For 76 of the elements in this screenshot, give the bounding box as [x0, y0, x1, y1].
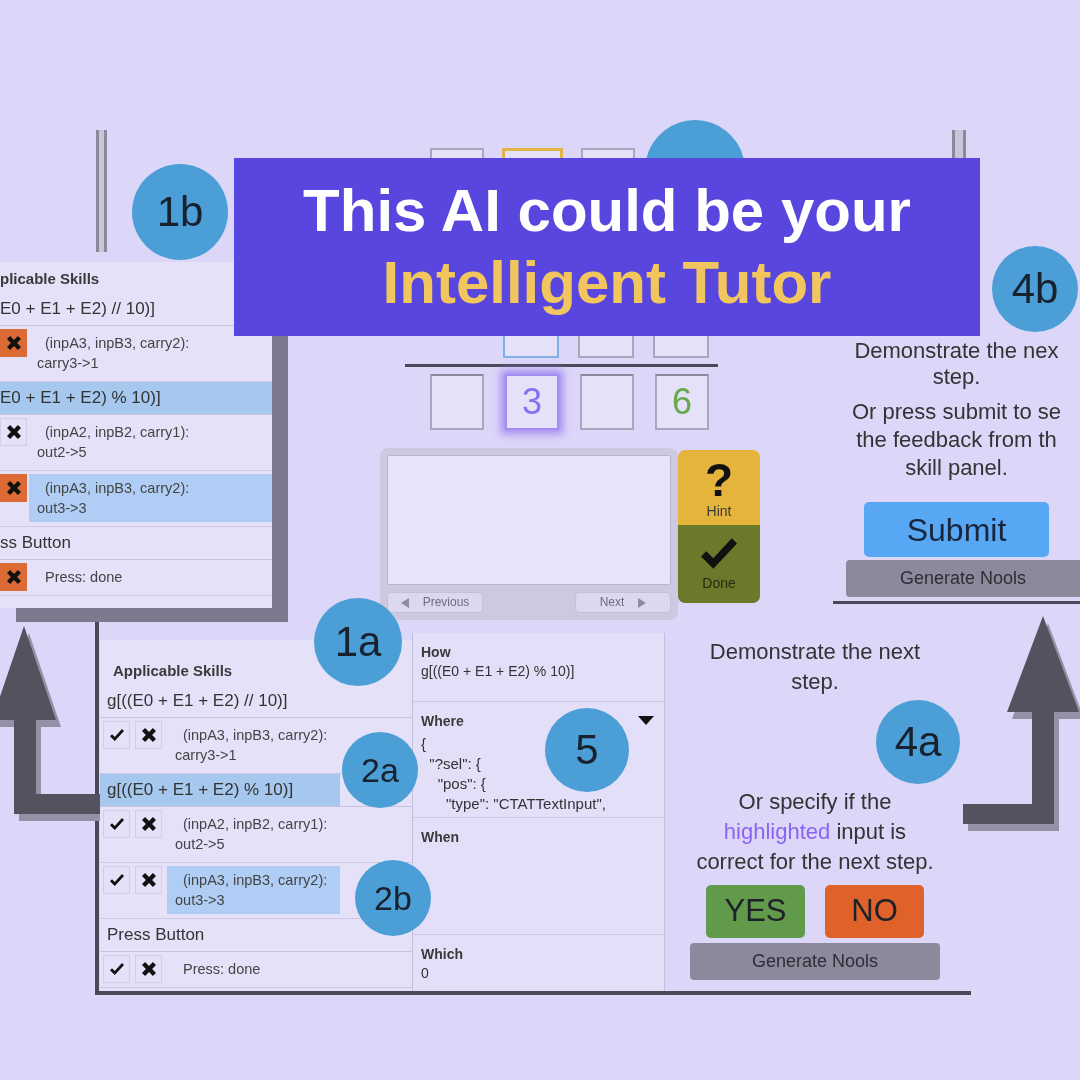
skill-text[interactable]: (inpA3, inpB3, carry2): out3->3	[167, 866, 340, 914]
skill-group-header[interactable]: E0 + E1 + E2) // 10)]	[0, 293, 234, 325]
generate-nools-button[interactable]: Generate Nools	[846, 560, 1080, 597]
code-line: "?sel": {	[428, 754, 481, 774]
step-marker: 4b	[992, 246, 1078, 332]
banner-subtitle: Intelligent Tutor	[382, 248, 832, 318]
cross-icon	[141, 962, 156, 976]
caret-down-icon[interactable]	[638, 716, 654, 725]
check-icon	[109, 874, 124, 886]
section-value: 0	[421, 964, 429, 983]
check-icon	[701, 537, 737, 569]
input-field[interactable]	[430, 148, 484, 158]
cross-icon	[141, 873, 156, 887]
question-text: Or specify if the highlighted input is correct for the next step.	[695, 788, 935, 876]
answer-field[interactable]	[580, 374, 634, 430]
cross-icon	[6, 481, 21, 495]
vertical-bar	[952, 130, 966, 158]
input-field[interactable]	[581, 148, 635, 158]
reject-button[interactable]	[135, 866, 162, 894]
reject-button[interactable]	[135, 810, 162, 838]
step-marker: 4a	[876, 700, 960, 784]
cross-icon	[6, 425, 21, 439]
skill-text[interactable]: Press: done	[167, 955, 340, 983]
check-icon	[109, 818, 124, 830]
cross-icon	[141, 817, 156, 831]
cross-icon	[6, 570, 21, 584]
cross-icon	[141, 728, 156, 742]
input-field[interactable]	[578, 336, 634, 358]
check-icon	[109, 729, 124, 741]
panel-header: plicable Skills	[0, 269, 101, 289]
check-icon	[109, 963, 124, 975]
section-value: g[((E0 + E1 + E2) % 10)]	[421, 662, 575, 681]
skill-group-header[interactable]: g[((E0 + E1 + E2) % 10)]	[100, 774, 340, 806]
answer-field[interactable]	[430, 374, 484, 430]
section-title: When	[421, 828, 460, 846]
section-title: Which	[421, 945, 463, 963]
triangle-right-icon	[638, 597, 647, 608]
reject-button[interactable]	[135, 721, 162, 749]
message-text: Or press submit to se the feedback from th skill panel.	[851, 398, 1062, 482]
banner-title: This AI could be your	[303, 176, 911, 246]
skill-group-header[interactable]: ss Button	[0, 527, 272, 559]
code-line: "pos": {	[436, 774, 486, 794]
skill-text[interactable]: (inpA3, inpB3, carry2): carry3->1	[167, 721, 340, 769]
yes-button[interactable]: YES	[706, 885, 805, 938]
skill-text[interactable]: (inpA3, inpB3, carry2): carry3->1	[29, 329, 234, 377]
submit-button[interactable]: Submit	[864, 502, 1049, 557]
section-title: Where	[421, 712, 464, 730]
skill-group-header[interactable]: g[((E0 + E1 + E2) // 10)]	[100, 685, 340, 717]
input-field[interactable]	[653, 336, 709, 358]
panel-header: Applicable Skills	[112, 661, 234, 681]
accept-button[interactable]	[103, 721, 130, 749]
accept-button[interactable]	[103, 810, 130, 838]
section-title: How	[421, 643, 451, 661]
skill-text[interactable]: (inpA2, inpB2, carry1): out2->5	[29, 418, 272, 466]
skill-text[interactable]: Press: done	[29, 563, 272, 591]
cross-icon	[6, 336, 21, 350]
skill-group-header[interactable]: Press Button	[100, 919, 340, 951]
reject-button[interactable]	[0, 418, 27, 446]
reject-button[interactable]	[135, 955, 162, 983]
no-button[interactable]: NO	[825, 885, 924, 938]
skill-text[interactable]: (inpA3, inpB3, carry2): out3->3	[29, 474, 272, 522]
step-marker: 1b	[132, 164, 228, 260]
input-field[interactable]	[502, 148, 563, 158]
accept-button[interactable]	[103, 955, 130, 983]
instruction-text: Demonstrate the next step.	[708, 638, 922, 696]
accept-button[interactable]	[103, 866, 130, 894]
hint-button[interactable]: ? Hint	[678, 450, 760, 525]
triangle-left-icon	[400, 597, 409, 608]
input-field[interactable]	[503, 336, 559, 358]
skill-text[interactable]: (inpA2, inpB2, carry1): out2->5	[167, 810, 340, 858]
instruction-text: Demonstrate the nex step.	[854, 338, 1059, 390]
code-line: {	[421, 734, 426, 754]
code-line: "type": "CTATTextInput",	[445, 794, 606, 814]
skill-group-header[interactable]: E0 + E1 + E2) % 10)]	[0, 382, 272, 414]
feedback-field[interactable]	[387, 455, 671, 585]
generate-nools-button[interactable]: Generate Nools	[690, 943, 940, 980]
